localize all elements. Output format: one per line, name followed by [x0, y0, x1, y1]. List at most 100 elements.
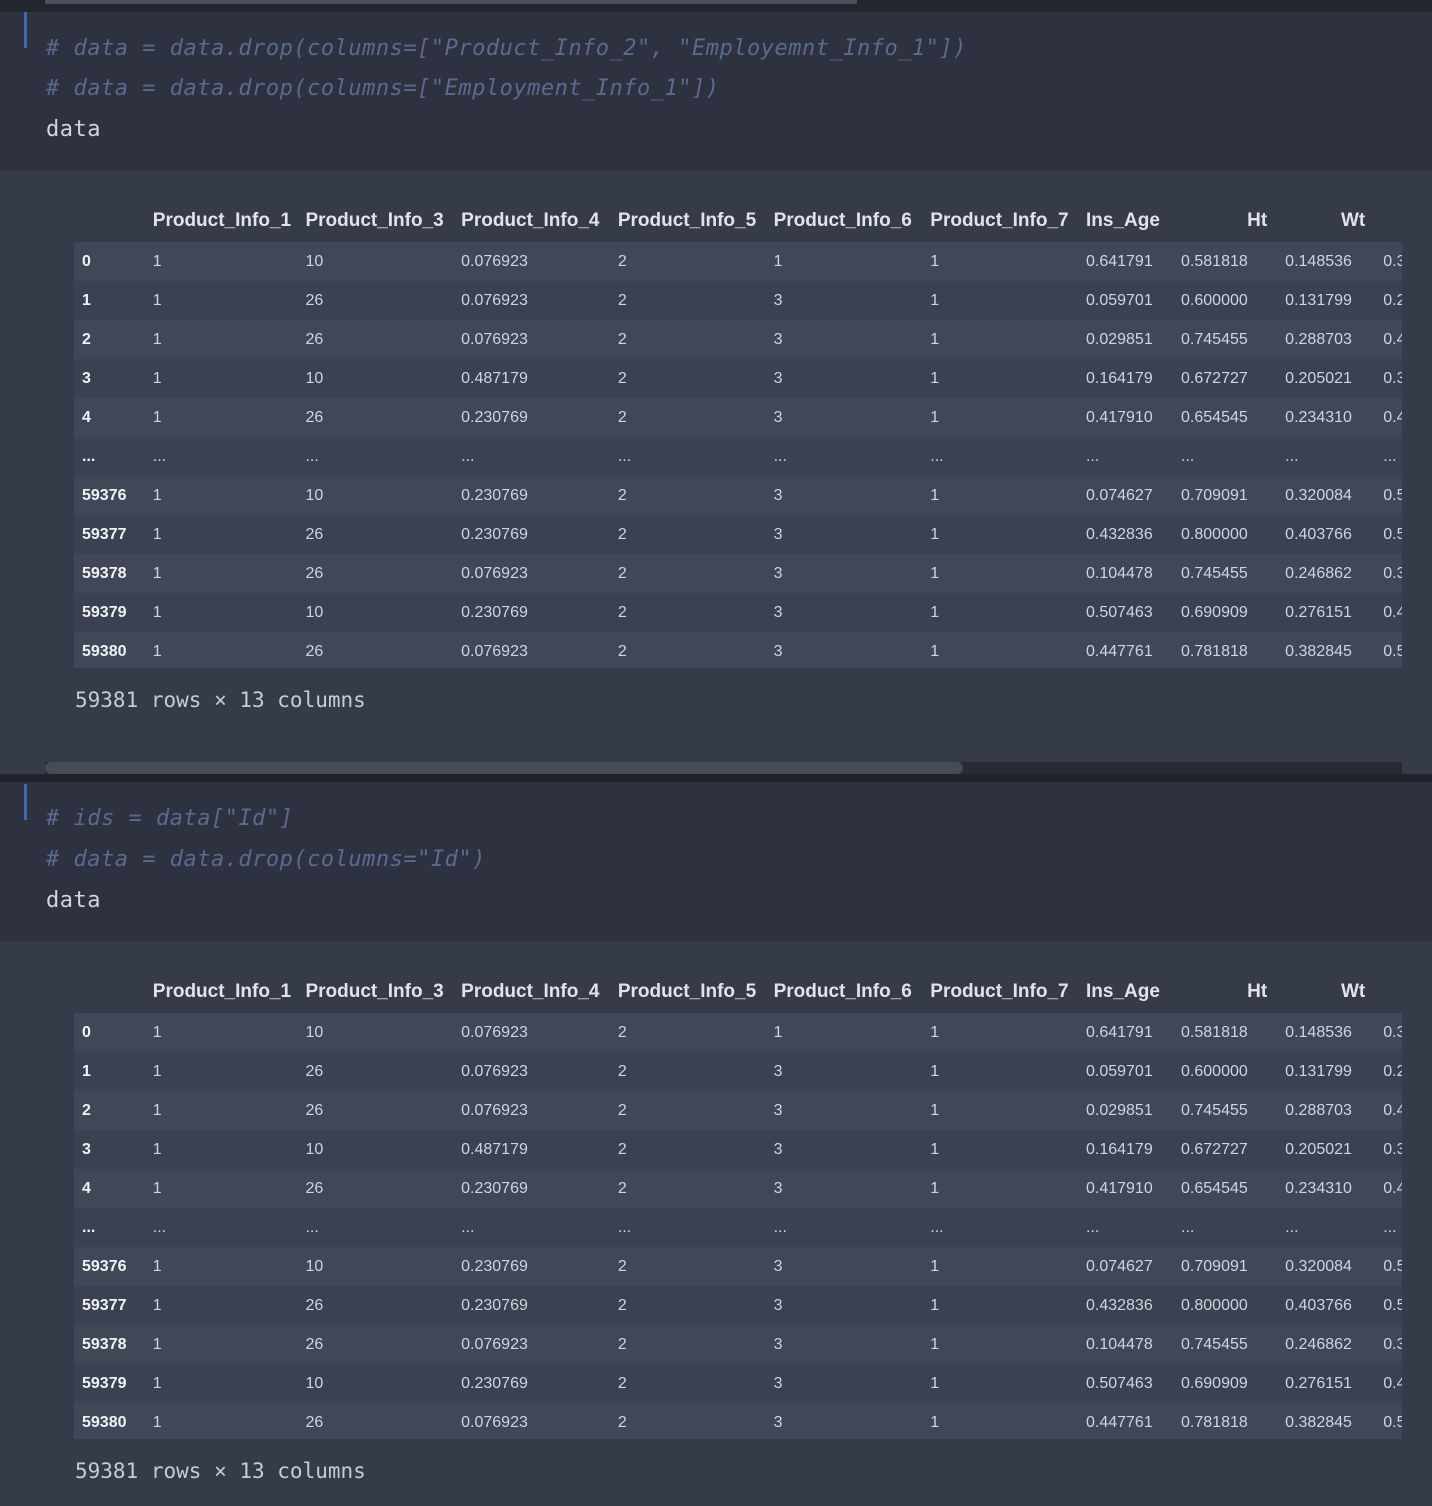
table-cell: 0.076923 [461, 642, 528, 660]
table-cell: 0.53 [1383, 1413, 1402, 1431]
table-cell: 0.600000 [1181, 291, 1248, 309]
table-cell: 0.276151 [1285, 1374, 1352, 1392]
row-index: 2 [82, 1101, 91, 1119]
table-cell: 0.234310 [1285, 1179, 1352, 1197]
column-header: Product_Info_5 [609, 200, 766, 242]
table-row: 4 1 26 0.230769 2 3 1 0.417910 0.654545 0.234310 0… [74, 398, 1402, 437]
table-cell: 0.507463 [1085, 603, 1153, 621]
table-cell: 1 [930, 252, 940, 270]
table-cell: ... [305, 447, 319, 465]
row-index: 59377 [82, 1296, 127, 1314]
code-cell-2[interactable]: # ids = data["Id"] # data = data.drop(co… [0, 782, 1432, 941]
table-cell: 0.403766 [1285, 525, 1352, 543]
output-area-1: Product_Info_1 Product_Info_3 Product_Info… [0, 170, 1432, 774]
code-line-1: # ids = data["Id"] [46, 806, 294, 831]
table-cell: 0.288703 [1285, 330, 1352, 348]
table-row: 59380 1 26 0.076923 2 3 1 0.447761 0.781818 0.382… [74, 632, 1402, 668]
table-cell: ... [930, 447, 944, 465]
cell-separator [0, 774, 1432, 782]
table-cell: 3 [773, 642, 783, 660]
table-cell: 0.745455 [1181, 330, 1248, 348]
table-row: 0 1 10 0.076923 2 1 1 0.641791 0.581818 0.148536 0… [74, 1013, 1402, 1052]
table-cell: 0.641791 [1085, 1023, 1153, 1041]
table-cell: 0.672727 [1181, 369, 1248, 387]
row-index: 4 [82, 408, 91, 426]
table-cell: 1 [152, 1257, 162, 1275]
table-row: 59376 1 10 0.230769 2 3 1 0.074627 0.709091 0.320… [74, 1247, 1402, 1286]
table-cell: 1 [930, 564, 940, 582]
table-cell: 26 [305, 1062, 324, 1080]
table-cell: 0.507463 [1085, 1374, 1153, 1392]
table-cell: 0.35 [1383, 1140, 1402, 1158]
table-cell: 1 [930, 1023, 940, 1041]
table-row: 59376 1 10 0.230769 2 3 1 0.074627 0.709091 0.320… [74, 476, 1402, 515]
active-cell-marker [24, 12, 27, 48]
table-row: 0 1 10 0.076923 2 1 1 0.641791 0.581818 0.148536 0… [74, 242, 1402, 281]
table-cell: 1 [152, 642, 162, 660]
table-cell: 0.246862 [1285, 564, 1352, 582]
table-cell: 0.781818 [1181, 1413, 1248, 1431]
table-cell: 1 [152, 1335, 162, 1353]
output-horizontal-scrollbar[interactable] [45, 762, 1402, 774]
table-cell: 0.382845 [1285, 642, 1352, 660]
table-cell: 0.487179 [461, 1140, 528, 1158]
table-cell: 3 [773, 1062, 783, 1080]
code-cell-1[interactable]: # data = data.drop(columns=["Product_Inf… [0, 12, 1432, 170]
row-index: ... [82, 447, 96, 465]
table-cell: 10 [305, 603, 324, 621]
table-cell: 0.076923 [461, 564, 528, 582]
row-index: ... [82, 1218, 96, 1236]
table-cell: 0.800000 [1181, 525, 1248, 543]
table-cell: 1 [152, 1140, 162, 1158]
scrollbar-thumb[interactable] [45, 0, 857, 4]
table-cell: 0.148536 [1285, 252, 1352, 270]
table-cell: 3 [773, 291, 783, 309]
row-index: 1 [82, 291, 91, 309]
top-horizontal-scrollbar[interactable] [0, 0, 1432, 12]
table-cell: 1 [152, 1374, 162, 1392]
table-cell: ... [305, 1218, 319, 1236]
column-header: Product_Info_6 [765, 200, 923, 242]
table-cell: 0.745455 [1181, 1335, 1248, 1353]
table-row: 2 1 26 0.076923 2 3 1 0.029851 0.745455 0.288703 0… [74, 1091, 1402, 1130]
table-cell: 0.288703 [1285, 1101, 1352, 1119]
table-cell: 0.654545 [1181, 1179, 1248, 1197]
scrollbar-thumb[interactable] [45, 762, 963, 774]
table-cell: ... [930, 1218, 944, 1236]
dataframe-table-1: Product_Info_1 Product_Info_3 Product_Info… [74, 200, 1402, 668]
table-cell: 0.205021 [1285, 369, 1352, 387]
column-header: Wt [1277, 971, 1376, 1013]
table-cell: ... [461, 1218, 475, 1236]
table-cell: 0.27 [1383, 1062, 1402, 1080]
table-cell: 3 [773, 1179, 783, 1197]
row-index: 59378 [82, 564, 127, 582]
table-cell: 0.074627 [1085, 1257, 1153, 1275]
table-cell: 26 [305, 408, 324, 426]
table-cell: 2 [617, 1140, 627, 1158]
table-cell: 2 [617, 1179, 627, 1197]
column-header: Wt [1277, 200, 1376, 242]
table-cell: 1 [930, 408, 940, 426]
table-cell: 2 [617, 1335, 627, 1353]
table-cell: 0.600000 [1181, 1062, 1248, 1080]
table-cell: 2 [617, 603, 627, 621]
table-cell: ... [1285, 1218, 1299, 1236]
table-cell: 0.55 [1383, 1296, 1402, 1314]
row-index: 1 [82, 1062, 91, 1080]
table-cell: 0.076923 [461, 1335, 528, 1353]
table-cell: 2 [617, 1296, 627, 1314]
output-area-2: Product_Info_1 Product_Info_3 Product_Info… [0, 941, 1432, 1506]
table-cell: 1 [152, 1023, 162, 1041]
table-cell: 0.51! [1383, 486, 1402, 504]
table-cell: 0.230769 [461, 603, 528, 621]
table-cell: 0.076923 [461, 330, 528, 348]
table-cell: 1 [930, 642, 940, 660]
table-cell: 0.131799 [1285, 291, 1352, 309]
code-line-3: data [46, 888, 101, 913]
table-cell: 3 [773, 1101, 783, 1119]
dataframe: Product_Info_1 Product_Info_3 Product_Info… [74, 971, 1402, 1439]
table-cell: 0.654545 [1181, 408, 1248, 426]
table-cell: 0.059701 [1085, 1062, 1153, 1080]
table-cell: 1 [930, 486, 940, 504]
table-cell: 1 [930, 1140, 940, 1158]
